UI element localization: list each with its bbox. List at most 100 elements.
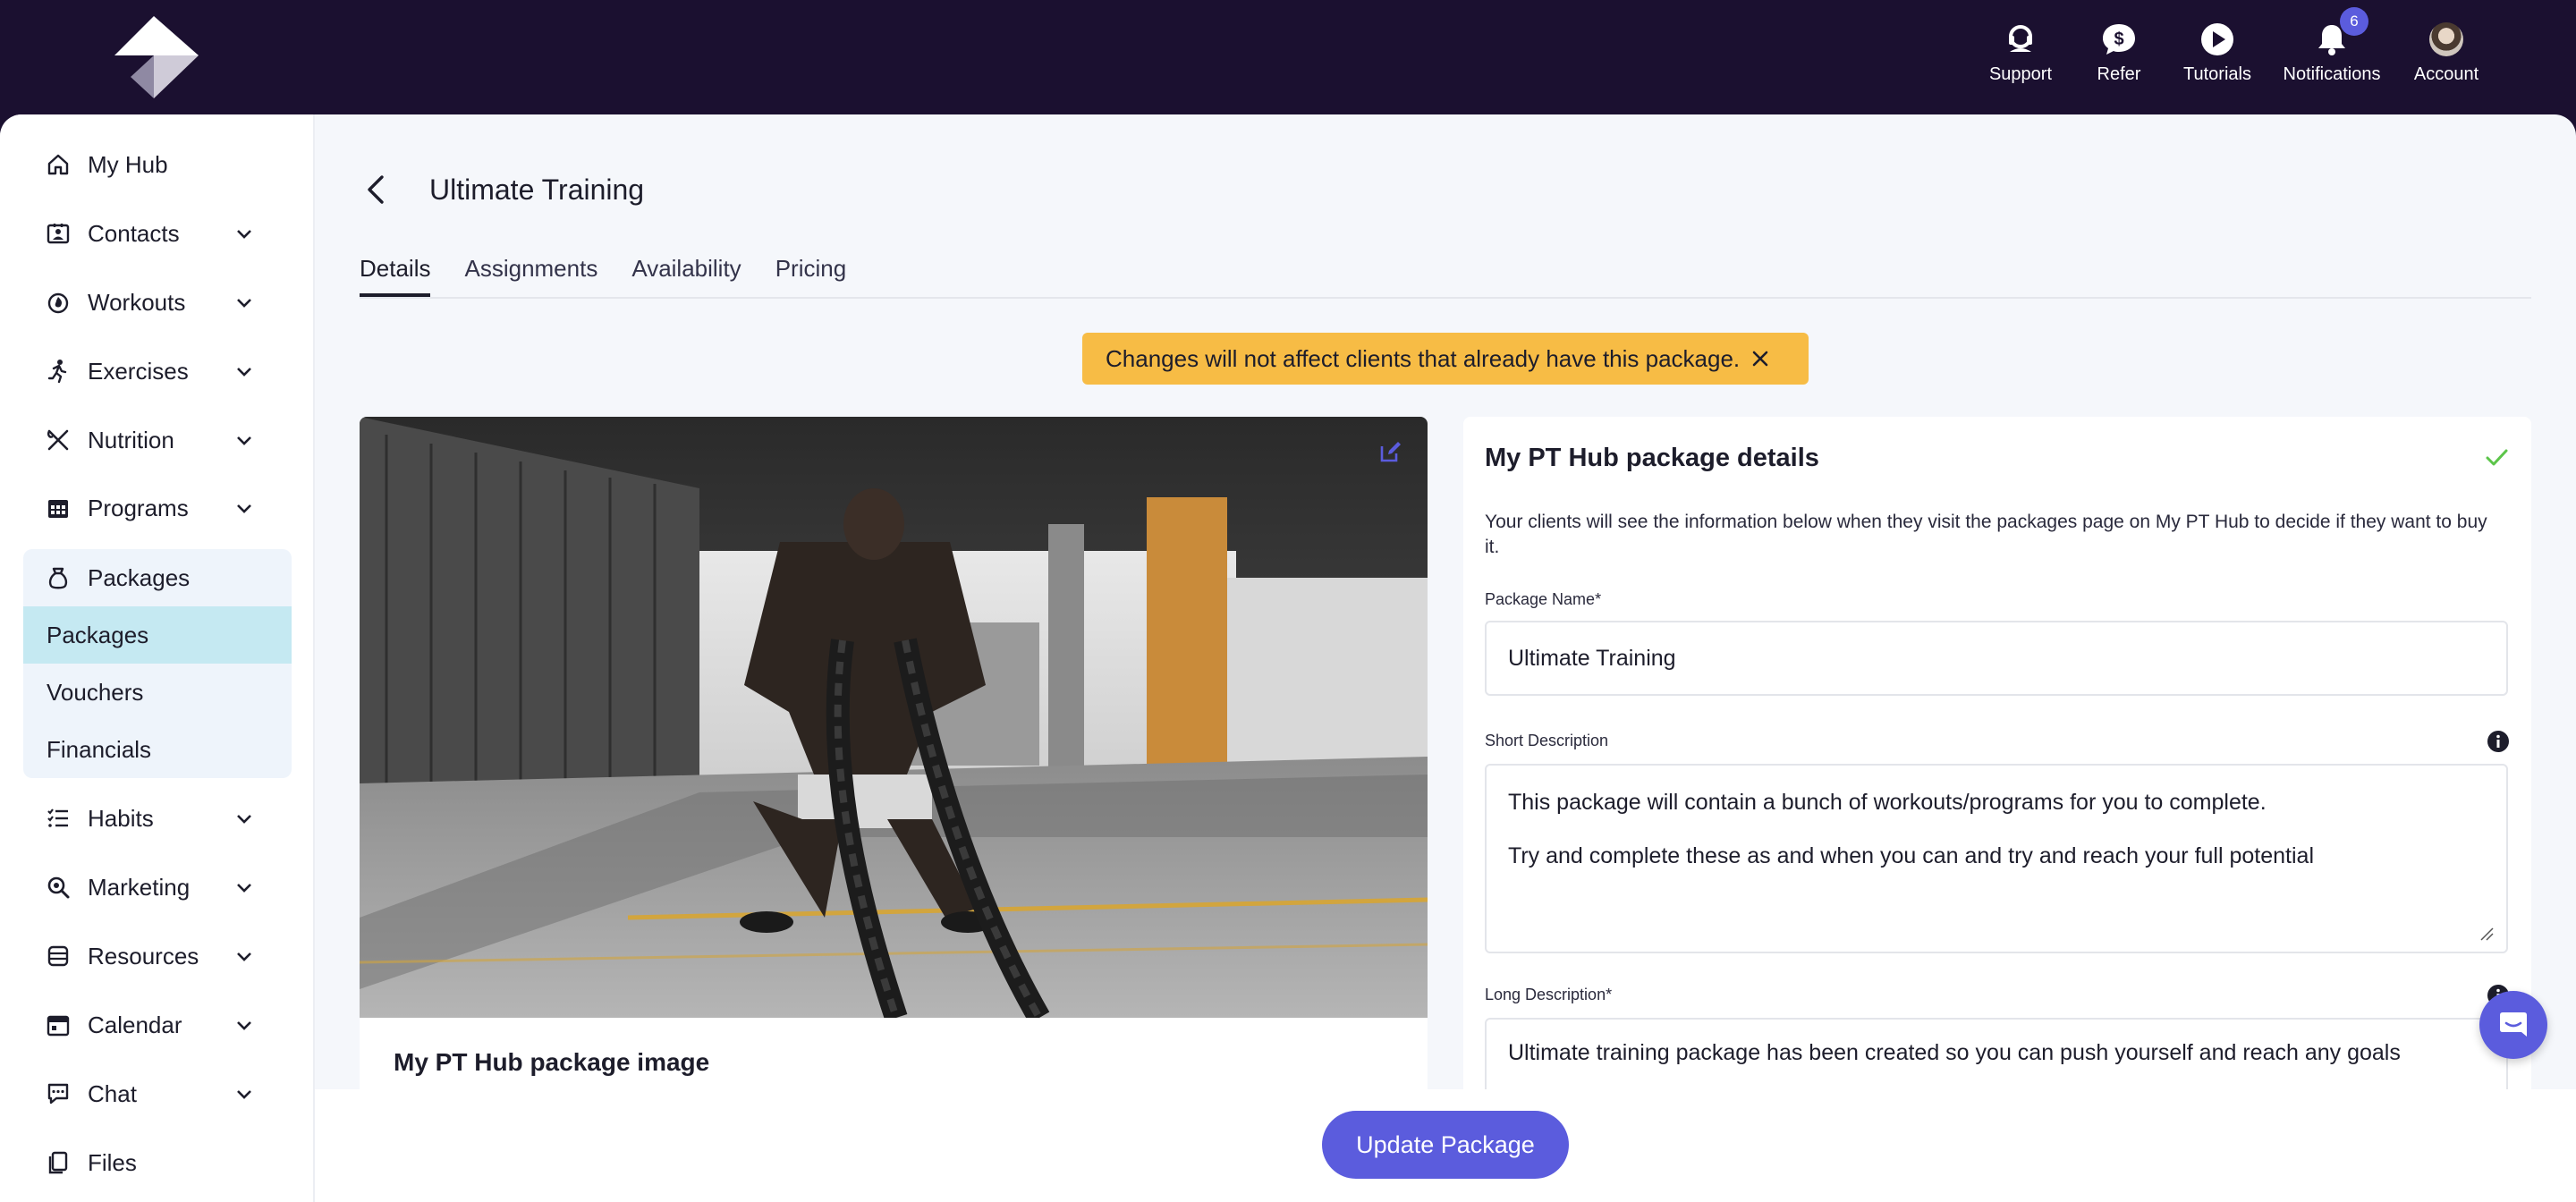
utensils-icon	[45, 427, 72, 453]
tab-bar: Details Assignments Availability Pricing	[360, 245, 2531, 299]
long-description-text: Ultimate training package has been creat…	[1508, 1040, 2401, 1065]
page-title: Ultimate Training	[429, 174, 645, 206]
chevron-down-icon	[231, 1012, 258, 1038]
sidebar-item-exercises[interactable]: Exercises	[0, 344, 315, 398]
play-icon	[2198, 20, 2237, 59]
search-icon	[45, 874, 72, 901]
chevron-down-icon	[231, 495, 258, 521]
sidebar-item-label: Calendar	[88, 1011, 182, 1038]
details-description: Your clients will see the information be…	[1485, 512, 2487, 557]
home-icon	[45, 151, 72, 178]
chevron-down-icon	[231, 358, 258, 385]
short-description-label: Short Description	[1485, 732, 1609, 749]
notifications-label: Notifications	[2283, 64, 2381, 84]
sidebar-item-label: Chat	[88, 1079, 137, 1107]
sidebar-item-packages[interactable]: Packages	[0, 551, 315, 605]
refer-button[interactable]: $ Refer	[2070, 20, 2168, 85]
running-icon	[45, 358, 72, 385]
banner-text: Changes will not affect clients that alr…	[1106, 344, 1741, 372]
top-bar: Support $ Refer Tutorials Notifications …	[0, 0, 2576, 114]
sidebar-item-files[interactable]: Files	[0, 1136, 315, 1189]
flame-icon	[45, 289, 72, 316]
sidebar-item-label: Packages	[88, 563, 191, 591]
calendar-icon	[45, 1012, 72, 1038]
chat-launcher-button[interactable]	[2479, 991, 2547, 1059]
chevron-down-icon	[231, 943, 258, 969]
update-package-button[interactable]: Update Package	[1322, 1111, 1569, 1179]
chevron-down-icon	[231, 805, 258, 832]
chat-icon	[45, 1080, 72, 1107]
image-card-title: My PT Hub package image	[394, 1048, 710, 1076]
files-icon	[45, 1149, 72, 1176]
sidebar-item-label: Files	[88, 1148, 137, 1176]
details-card-title: My PT Hub package details	[1485, 444, 1819, 472]
back-button[interactable]	[358, 170, 397, 209]
support-button[interactable]: Support	[1971, 20, 2070, 85]
package-name-label: Package Name*	[1485, 590, 1602, 608]
database-icon	[45, 943, 72, 969]
sidebar-item-calendar[interactable]: Calendar	[0, 998, 315, 1052]
sidebar-subitem-vouchers[interactable]: Vouchers	[23, 664, 292, 721]
main-frame: My Hub Contacts Workouts Exercises Nutri…	[0, 114, 2576, 1202]
app-logo[interactable]	[113, 14, 202, 100]
arrow-left-icon	[368, 175, 384, 204]
checkmark-icon	[2481, 442, 2512, 472]
sidebar-item-label: Exercises	[88, 357, 189, 385]
account-label: Account	[2413, 64, 2479, 84]
checklist-icon	[45, 805, 72, 832]
sidebar-item-habits[interactable]: Habits	[0, 791, 315, 845]
tab-pricing[interactable]: Pricing	[775, 245, 846, 297]
sidebar-item-label: Workouts	[88, 288, 186, 316]
chevron-down-icon	[231, 874, 258, 901]
sidebar-item-resources[interactable]: Resources	[0, 929, 315, 983]
sidebar-item-programs[interactable]: Programs	[0, 481, 315, 535]
support-label: Support	[1988, 64, 2053, 84]
chevron-down-icon	[231, 427, 258, 453]
sidebar-item-my-hub[interactable]: My Hub	[0, 138, 315, 191]
sidebar: My Hub Contacts Workouts Exercises Nutri…	[0, 114, 315, 1202]
content-area: Ultimate Training Details Assignments Av…	[315, 114, 2576, 1202]
close-icon[interactable]	[1749, 347, 1772, 370]
sidebar-item-marketing[interactable]: Marketing	[0, 860, 315, 914]
sidebar-subitem-label: Vouchers	[47, 678, 144, 706]
sidebar-item-chat[interactable]: Chat	[0, 1067, 315, 1121]
package-image	[360, 417, 1428, 1018]
avatar	[2429, 22, 2463, 56]
sidebar-item-label: Nutrition	[88, 426, 174, 453]
calendar-grid-icon	[45, 495, 72, 521]
package-name-input[interactable]: Ultimate Training	[1485, 621, 2508, 696]
notifications-button[interactable]: Notifications 6	[2267, 7, 2397, 85]
tab-details[interactable]: Details	[360, 245, 431, 297]
top-nav: Support $ Refer Tutorials Notifications …	[1971, 7, 2496, 85]
tab-availability[interactable]: Availability	[631, 245, 741, 297]
short-description-line: Try and complete these as and when you c…	[1508, 843, 2315, 868]
sidebar-subitem-packages[interactable]: Packages	[23, 606, 292, 664]
refer-label: Refer	[2097, 64, 2141, 84]
dollar-chat-icon: $	[2099, 20, 2139, 59]
sidebar-item-nutrition[interactable]: Nutrition	[0, 413, 315, 467]
tutorials-button[interactable]: Tutorials	[2168, 20, 2267, 85]
sidebar-item-contacts[interactable]: Contacts	[0, 207, 315, 260]
account-button[interactable]: Account	[2397, 20, 2496, 85]
sidebar-subitem-financials[interactable]: Financials	[23, 721, 292, 778]
package-details-card: My PT Hub package details Your clients w…	[1463, 417, 2531, 1125]
warning-banner: Changes will not affect clients that alr…	[1082, 333, 1809, 385]
sidebar-item-label: Resources	[88, 942, 199, 969]
chevron-down-icon	[231, 220, 258, 247]
sidebar-item-label: Contacts	[88, 219, 180, 247]
bottom-action-bar: Update Package	[315, 1089, 2576, 1202]
tutorials-label: Tutorials	[2183, 64, 2251, 84]
sidebar-subitem-label: Financials	[47, 735, 152, 763]
chevron-down-icon	[231, 1080, 258, 1107]
long-description-label: Long Description*	[1485, 986, 1613, 1003]
info-icon[interactable]	[2487, 730, 2510, 753]
edit-image-icon[interactable]	[1376, 436, 1406, 467]
resize-handle-icon	[2480, 927, 2494, 941]
tab-assignments[interactable]: Assignments	[464, 245, 597, 297]
short-description-textarea[interactable]: This package will contain a bunch of wor…	[1485, 764, 2508, 953]
package-image-card: My PT Hub package image	[360, 417, 1428, 1096]
sidebar-item-label: Habits	[88, 804, 154, 832]
sidebar-item-workouts[interactable]: Workouts	[0, 275, 315, 329]
short-description-line: This package will contain a bunch of wor…	[1508, 790, 2267, 815]
sidebar-item-label: My Hub	[88, 150, 168, 178]
